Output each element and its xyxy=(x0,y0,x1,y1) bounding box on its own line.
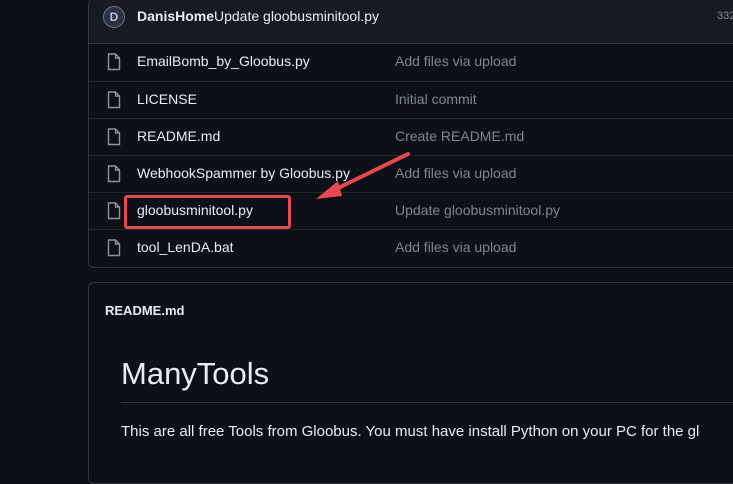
file-icon xyxy=(107,91,121,109)
annotation-arrow-icon xyxy=(316,152,410,199)
file-icon xyxy=(107,239,121,257)
file-name-link[interactable]: LICENSE xyxy=(137,91,197,107)
file-commit-message[interactable]: Add files via upload xyxy=(395,165,516,181)
file-icon xyxy=(107,202,121,220)
file-row[interactable]: LICENSE Initial commit xyxy=(89,81,733,118)
file-icon xyxy=(107,128,121,146)
file-name-link[interactable]: README.md xyxy=(137,128,220,144)
readme-header[interactable]: README.md xyxy=(105,303,184,318)
readme-panel: README.md ManyTools This are all free To… xyxy=(88,282,733,484)
file-row[interactable]: tool_LenDA.bat Add files via upload xyxy=(89,229,733,266)
file-icon xyxy=(107,165,121,183)
file-icon xyxy=(107,53,121,71)
readme-divider xyxy=(121,402,733,403)
readme-paragraph: This are all free Tools from Gloobus. Yo… xyxy=(121,423,700,440)
file-commit-message[interactable]: Add files via upload xyxy=(395,239,516,255)
file-commit-message[interactable]: Create README.md xyxy=(395,128,524,144)
annotation-highlight-box xyxy=(124,195,291,229)
file-name-link[interactable]: tool_LenDA.bat xyxy=(137,239,234,255)
commit-message-link[interactable]: Update gloobusminitool.py xyxy=(214,8,379,24)
readme-title: ManyTools xyxy=(121,356,270,391)
commit-hash[interactable]: 332 xyxy=(717,10,733,22)
file-commit-message[interactable]: Initial commit xyxy=(395,91,477,107)
latest-commit-row: D DanisHome Update gloobusminitool.py 33… xyxy=(89,0,733,44)
file-name-link[interactable]: EmailBomb_by_Gloobus.py xyxy=(137,53,310,69)
file-commit-message[interactable]: Add files via upload xyxy=(395,53,516,69)
file-commit-message[interactable]: Update gloobusminitool.py xyxy=(395,202,560,218)
file-row[interactable]: EmailBomb_by_Gloobus.py Add files via up… xyxy=(89,44,733,80)
avatar[interactable]: D xyxy=(103,6,125,28)
commit-author-link[interactable]: DanisHome xyxy=(137,8,214,24)
